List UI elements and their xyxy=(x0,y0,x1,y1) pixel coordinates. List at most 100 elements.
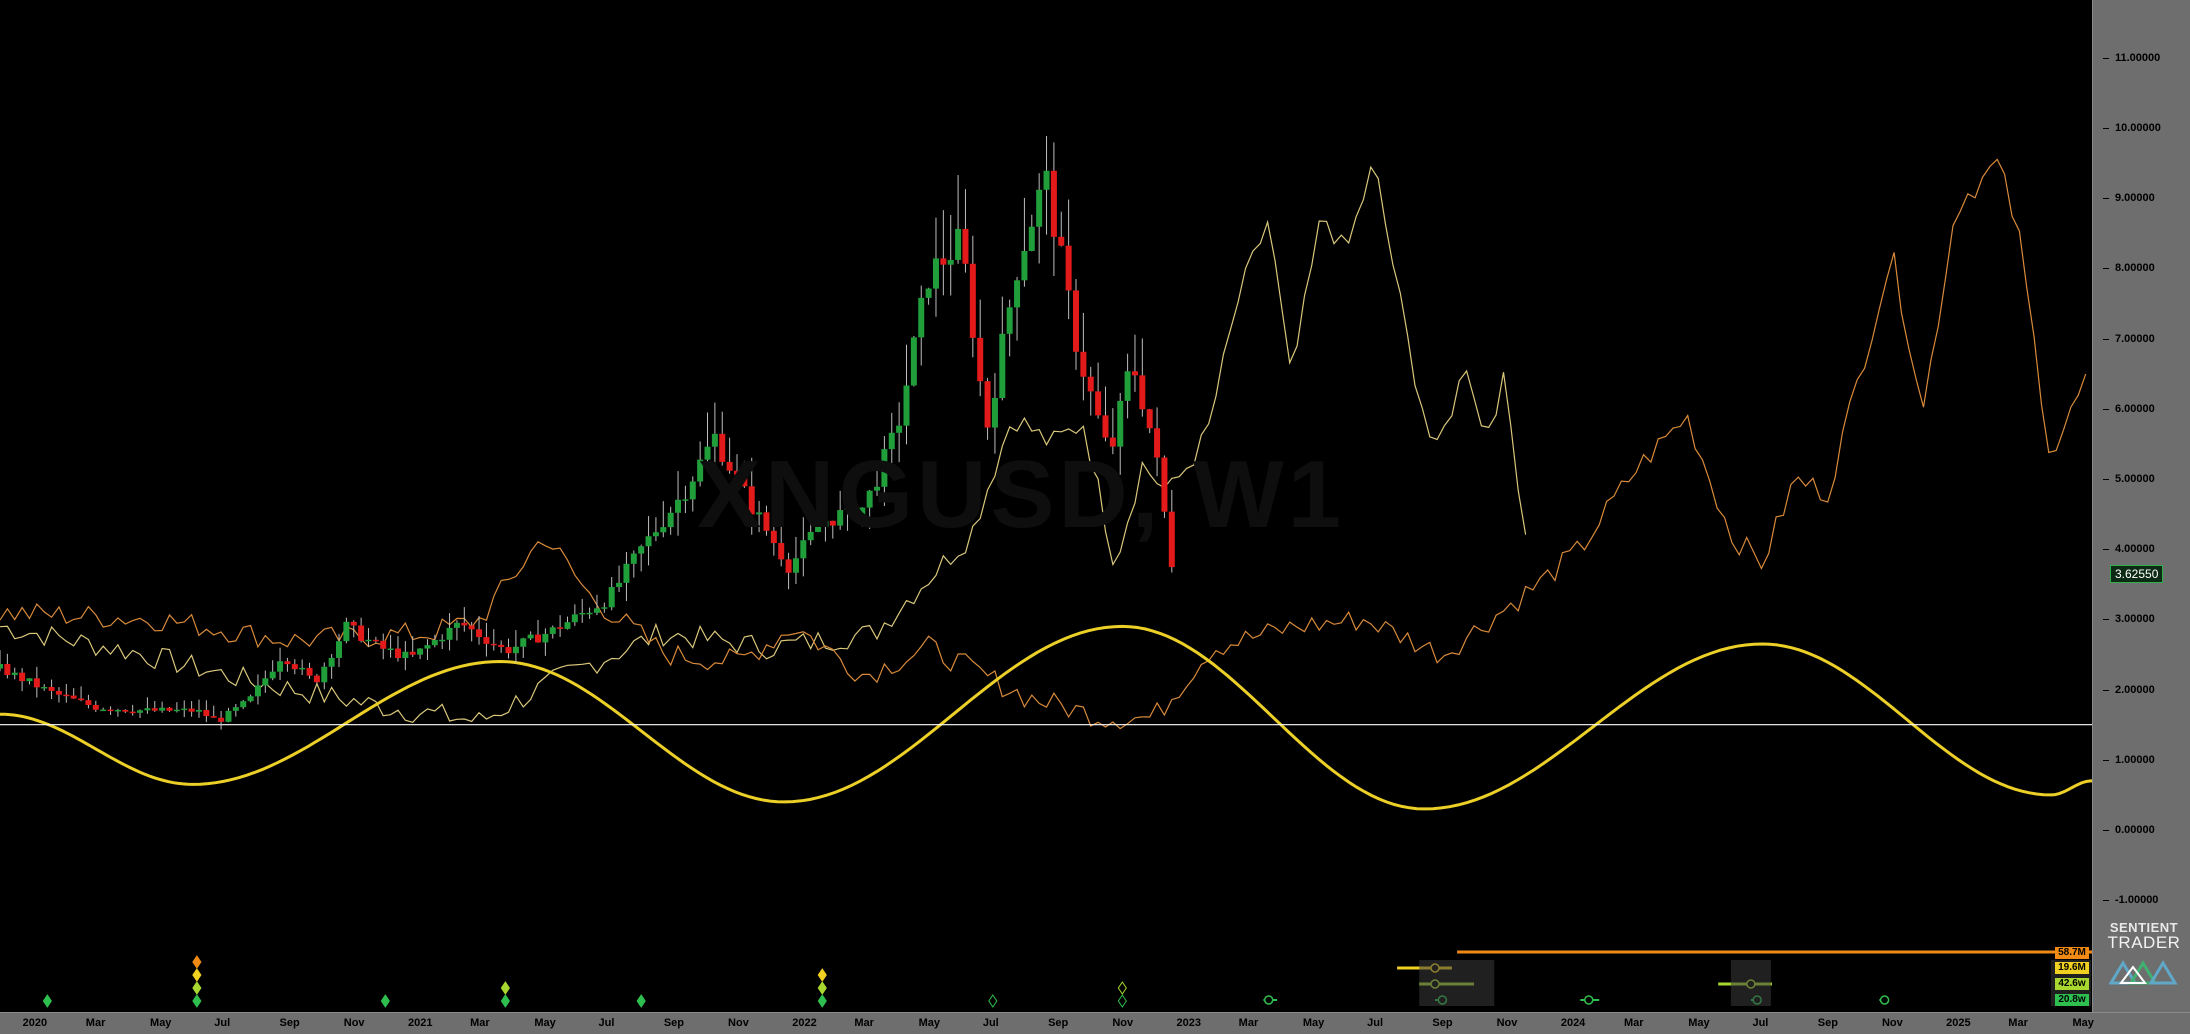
candle-body xyxy=(498,644,505,648)
time-tick: Nov xyxy=(1881,1017,1903,1029)
time-tick: May xyxy=(534,1017,556,1029)
candle-body xyxy=(181,708,188,711)
candle-body xyxy=(173,709,180,712)
candle-body xyxy=(660,527,667,533)
projection-window xyxy=(1730,960,1771,1006)
time-tick: Sep xyxy=(1048,1017,1069,1029)
time-tick: Sep xyxy=(279,1017,300,1029)
candle-body xyxy=(969,263,976,338)
candle-body xyxy=(1146,409,1153,429)
price-tick: 1.00000 xyxy=(2103,753,2155,766)
candle-body xyxy=(1058,236,1065,246)
time-tick: Jul xyxy=(214,1017,231,1029)
cycle-wave-line xyxy=(0,624,2092,811)
candle-body xyxy=(446,627,453,640)
symbol-watermark: XNGUSD, W1 xyxy=(697,441,1346,548)
candle-body xyxy=(402,651,409,659)
candle-body xyxy=(4,664,11,676)
candle-body xyxy=(394,648,401,659)
candle-body xyxy=(601,607,608,609)
logo-line2: TRADER xyxy=(2107,933,2181,952)
price-axis[interactable]: 11.00000 10.00000 9.00000 8.00000 7.00000 6.0… xyxy=(2092,0,2190,1012)
candle-body xyxy=(645,536,652,547)
candle-body xyxy=(387,648,394,651)
candle-body xyxy=(254,685,261,697)
candle-body xyxy=(1050,170,1057,237)
candle-body xyxy=(593,608,600,613)
time-tick: 2022 xyxy=(792,1017,817,1029)
candle-body xyxy=(218,717,225,722)
candle-body xyxy=(903,385,910,426)
candle-body xyxy=(431,640,438,646)
candle-body xyxy=(1028,226,1035,251)
candle-body xyxy=(0,664,3,669)
candle-body xyxy=(232,707,239,711)
candle-body xyxy=(896,425,903,433)
candle-body xyxy=(512,646,519,654)
candle-body xyxy=(151,708,158,711)
candle-body xyxy=(55,690,62,695)
cycle-diamond-icon xyxy=(817,968,827,982)
candle-body xyxy=(48,686,55,691)
price-tick: 9.00000 xyxy=(2103,192,2155,205)
time-tick: 2023 xyxy=(1176,1017,1202,1029)
candle-body xyxy=(608,587,615,608)
candle-body xyxy=(527,634,534,639)
candle-body xyxy=(328,657,335,667)
candle-body xyxy=(269,671,276,679)
candle-body xyxy=(299,667,306,670)
time-tick: Sep xyxy=(663,1017,684,1029)
candle-body xyxy=(188,708,195,712)
candle-body xyxy=(991,397,998,428)
candle-body xyxy=(114,709,121,712)
candle-body xyxy=(1139,375,1146,410)
time-tick: Sep xyxy=(1817,1017,1838,1029)
cycle-markers xyxy=(42,950,2092,1008)
candle-body xyxy=(940,258,947,265)
time-tick: 2024 xyxy=(1560,1017,1586,1029)
candle-body xyxy=(343,621,350,642)
candle-body xyxy=(586,612,593,615)
cycle-diamond-icon xyxy=(1117,981,1127,995)
candle-body xyxy=(520,638,527,647)
candle-body xyxy=(306,667,313,676)
time-tick: Mar xyxy=(85,1017,106,1029)
candle-body xyxy=(616,582,623,588)
cycle-diamond-icon xyxy=(636,994,646,1008)
candle-body xyxy=(689,481,696,500)
candle-body xyxy=(70,695,77,699)
candle-body xyxy=(549,627,556,634)
candle-body xyxy=(682,499,689,501)
candle-body xyxy=(225,710,232,722)
candle-body xyxy=(159,707,166,711)
time-tick: Mar xyxy=(2008,1017,2028,1029)
cycle-node-icon xyxy=(1879,995,1890,1005)
time-axis[interactable]: 2020 Mar May Jul Sep Nov 2021 Mar May Jul Sep Nov 20… xyxy=(0,1012,2190,1034)
candle-body xyxy=(630,553,637,564)
current-price-label: 3.62550 xyxy=(2110,565,2164,583)
time-tick: 2021 xyxy=(407,1017,433,1029)
candle-body xyxy=(1095,391,1102,416)
candles xyxy=(0,135,1175,730)
price-tick: 5.00000 xyxy=(2103,473,2155,485)
time-tick: Jul xyxy=(1367,1017,1384,1029)
time-tick: Nov xyxy=(728,1017,749,1029)
candle-body xyxy=(453,622,460,628)
candle-body xyxy=(210,716,217,718)
cycle-diamond-icon xyxy=(1117,994,1127,1008)
candle-body xyxy=(365,639,372,642)
cycle-node-icon xyxy=(1263,995,1274,1005)
candle-body xyxy=(313,675,320,683)
cycle-diamond-icon xyxy=(42,994,52,1008)
candle-body xyxy=(962,228,969,264)
time-tick: Mar xyxy=(854,1017,874,1029)
candle-body xyxy=(785,559,792,573)
time-tick: May xyxy=(918,1017,940,1029)
candle-body xyxy=(63,694,70,697)
cycle-diamond-icon xyxy=(500,994,510,1008)
candle-body xyxy=(358,625,365,641)
time-tick: 2025 xyxy=(1946,1017,1971,1029)
time-tick: May xyxy=(1302,1017,1325,1029)
candle-body xyxy=(535,634,542,643)
logo-mark-icon xyxy=(2108,960,2178,985)
